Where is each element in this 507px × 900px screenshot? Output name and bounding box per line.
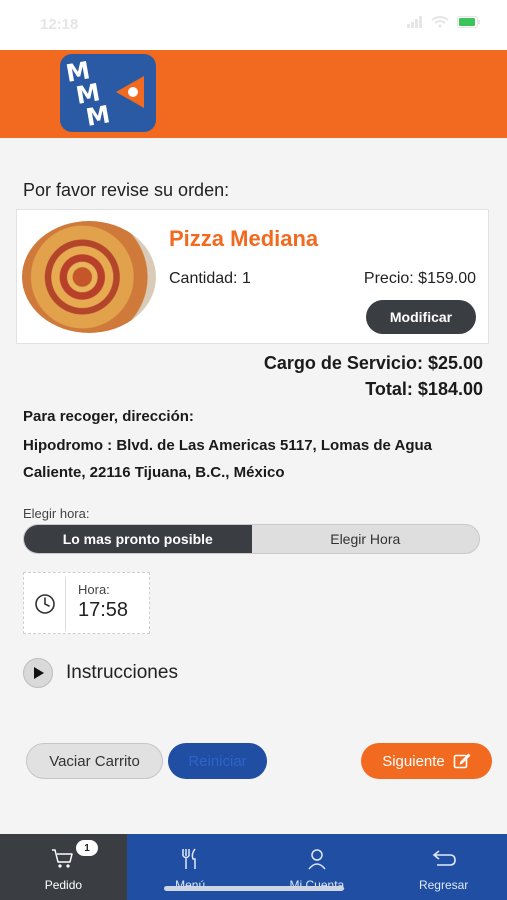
- instructions-toggle[interactable]: Instrucciones: [23, 658, 178, 688]
- restart-button[interactable]: Reiniciar: [168, 743, 267, 779]
- cart-icon: [51, 846, 75, 872]
- pickup-time-box[interactable]: Hora: 17:58: [23, 572, 150, 634]
- home-indicator: [164, 886, 344, 891]
- play-icon[interactable]: [23, 658, 53, 688]
- time-segmented-control: Lo mas pronto posible Elegir Hora: [23, 524, 480, 554]
- pizza-image: [22, 221, 156, 333]
- user-icon: [307, 846, 327, 872]
- order-review-prompt: Por favor revise su orden:: [23, 180, 230, 200]
- battery-icon: [457, 16, 480, 28]
- tab-label: Pedido: [44, 878, 83, 892]
- order-item-card: Pizza Mediana Cantidad: 1 Precio: $159.0…: [16, 209, 489, 344]
- segment-choose-time[interactable]: Elegir Hora: [252, 525, 480, 553]
- tab-label: Regresar: [418, 878, 469, 892]
- service-fee: Cargo de Servicio: $25.00: [263, 353, 483, 373]
- status-time: 12:18: [40, 16, 79, 33]
- status-bar: 12:18: [0, 0, 507, 50]
- next-button-label: Siguiente: [382, 752, 445, 770]
- clock-icon: [35, 594, 55, 614]
- time-label: Hora:: [78, 582, 110, 597]
- time-box-divider: [65, 577, 66, 631]
- item-price: Precio: $159.00: [363, 270, 476, 287]
- item-quantity: Cantidad: 1: [169, 270, 251, 287]
- signal-icon: [407, 16, 422, 28]
- choose-time-label: Elegir hora:: [23, 506, 90, 521]
- next-button[interactable]: Siguiente: [361, 743, 492, 779]
- time-value: 17:58: [78, 599, 129, 621]
- status-icons: [407, 16, 481, 28]
- app-header: M M M: [0, 50, 507, 138]
- modify-button[interactable]: Modificar: [366, 300, 476, 334]
- logo-letter: M: [83, 100, 113, 132]
- tab-back[interactable]: Regresar: [380, 834, 507, 900]
- pickup-label: Para recoger, dirección:: [23, 408, 194, 425]
- item-name: Pizza Mediana: [169, 226, 319, 251]
- segment-asap[interactable]: Lo mas pronto posible: [24, 525, 252, 553]
- clear-cart-button[interactable]: Vaciar Carrito: [26, 743, 163, 779]
- order-total: Total: $184.00: [365, 379, 483, 399]
- edit-icon: [453, 753, 471, 769]
- instructions-label: Instrucciones: [66, 662, 178, 683]
- logo-dot: [128, 87, 138, 97]
- wifi-icon: [431, 16, 449, 28]
- brand-logo[interactable]: M M M: [60, 54, 156, 132]
- return-icon: [431, 846, 457, 872]
- tab-pedido[interactable]: 1 Pedido: [0, 834, 127, 900]
- pickup-address: Hipodromo : Blvd. de Las Americas 5117, …: [23, 437, 433, 481]
- fork-knife-icon: [180, 846, 200, 872]
- cart-count-badge: 1: [76, 840, 98, 856]
